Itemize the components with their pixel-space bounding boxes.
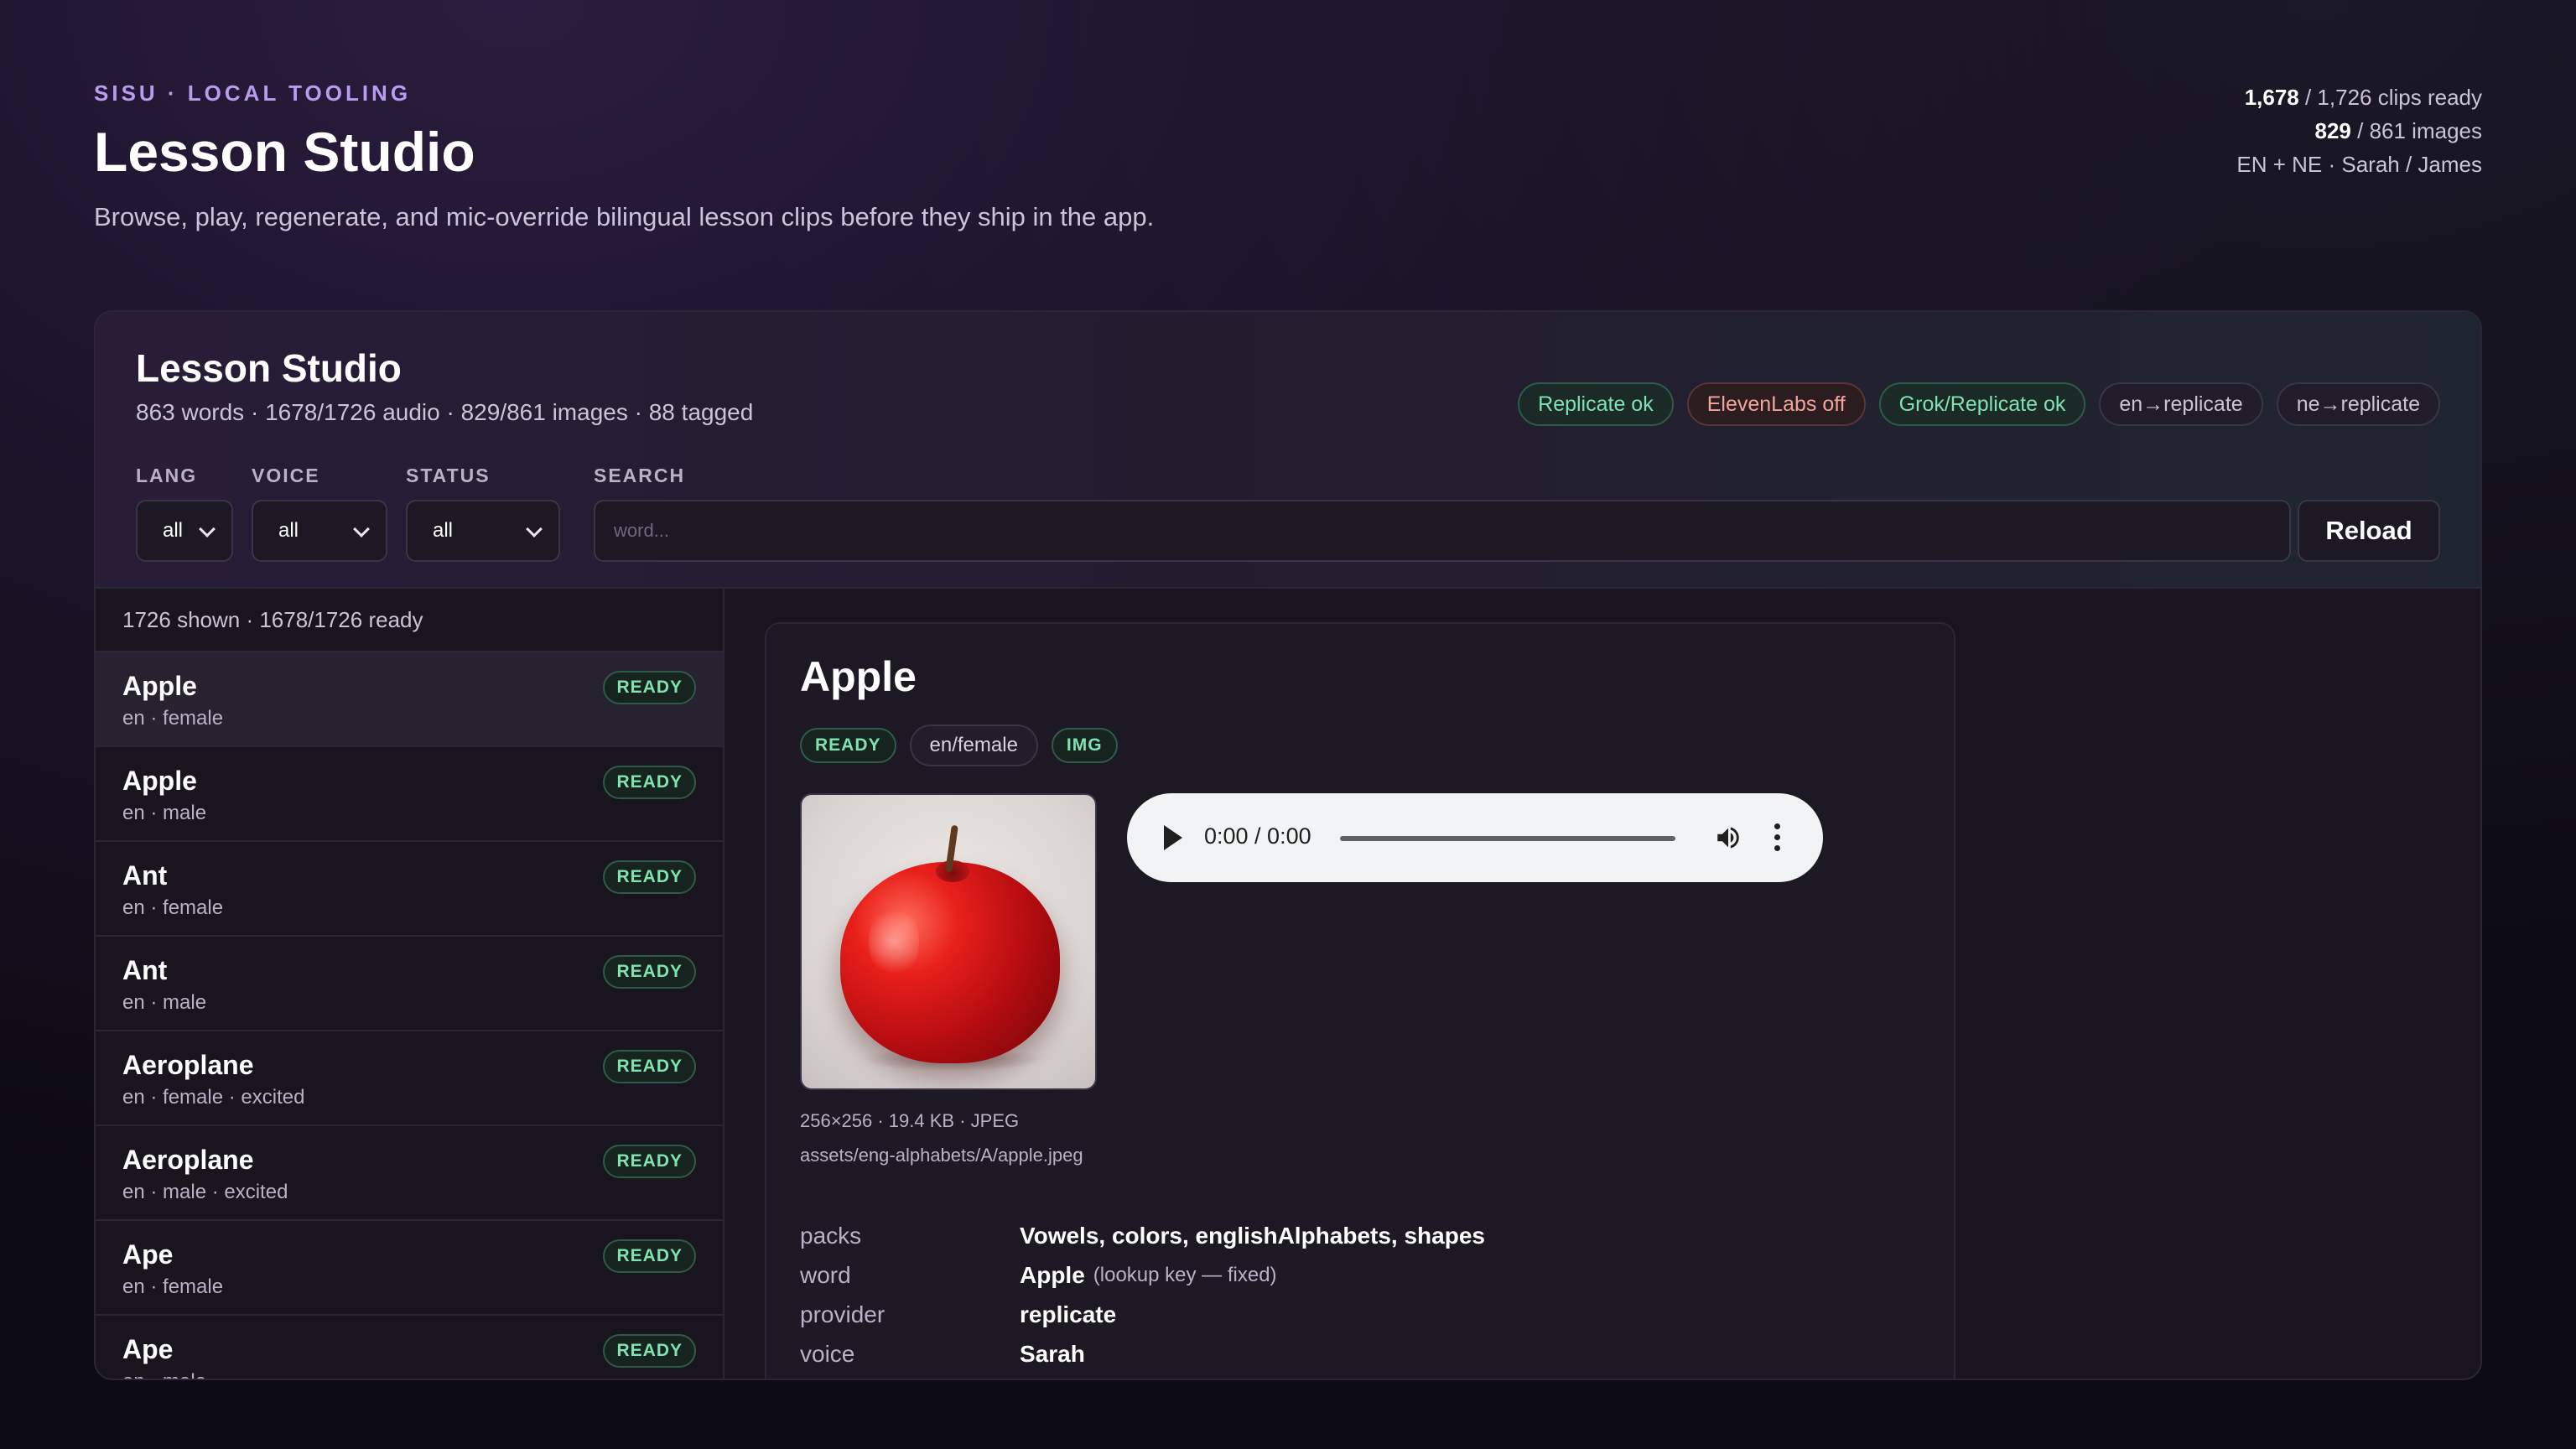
list-item-sub: en · female [122,1275,224,1298]
provider-status-pills: Replicate ok ElevenLabs off Grok/Replica… [1518,382,2440,426]
header-stats: 1,678 / 1,726 clips ready 829 / 861 imag… [2236,80,2482,181]
field-value: Sarah [1020,1340,1085,1367]
images-stat: 829 / 861 images [2314,118,2482,143]
status-badge: READY [603,1050,696,1083]
field-key: word [800,1261,851,1288]
audio-player[interactable]: 0:00 / 0:00 [1127,793,1823,882]
list-item[interactable]: Ape en · female READY [96,1221,723,1316]
image-meta: 256×256 · 19.4 KB · JPEG [800,1110,1020,1131]
status-badge: READY [603,671,696,704]
apple-highlight [869,904,919,979]
player-time: 0:00 / 0:00 [1204,823,1311,849]
list-item[interactable]: Aeroplane en · male · excited READY [96,1126,723,1221]
field-key: packs [800,1222,862,1249]
card-header: Lesson Studio 863 words · 1678/1726 audi… [96,312,2480,589]
field-value: Vowels, colors, englishAlphabets, shapes [1020,1222,1485,1249]
page-title: Lesson Studio [94,121,475,183]
status-badge: READY [603,1145,696,1178]
seek-slider[interactable] [1340,836,1675,841]
list-count: 1726 shown · 1678/1726 ready [96,589,723,652]
voice-select[interactable]: all [252,500,387,562]
field-key: voice [800,1340,855,1367]
status-badge: READY [603,955,696,989]
list-item[interactable]: Ant en · female READY [96,842,723,937]
page: SISU · LOCAL TOOLING Lesson Studio Brows… [0,0,2576,1449]
status-select-value: all [433,519,454,542]
hero: SISU · LOCAL TOOLING Lesson Studio Brows… [94,80,1268,236]
pill-elevenlabs[interactable]: ElevenLabs off [1686,382,1866,426]
status-badge: READY [603,766,696,799]
list-item[interactable]: Apple en · female READY [96,652,723,747]
lang-label: LANG [136,465,198,486]
chevron-down-icon [353,521,370,538]
field-key: provider [800,1301,886,1327]
clip-image [800,793,1097,1090]
field-voice: voice Sarah [800,1334,1924,1374]
list-item[interactable]: Aeroplane en · female · excited READY [96,1031,723,1126]
status-label: STATUS [406,465,491,486]
list-item-sub: en · female [122,896,224,919]
list-item-sub: en · male [122,991,207,1014]
field-note: (lookup key — fixed) [1093,1263,1277,1286]
clip-fields: packs Vowels, colors, englishAlphabets, … [800,1216,1924,1374]
status-select[interactable]: all [406,500,560,562]
play-icon[interactable] [1164,825,1182,850]
search-label: SEARCH [594,465,686,486]
field-value: replicate [1020,1301,1117,1327]
list-item-sub: en · female · excited [122,1086,305,1109]
clips-stat: 1,678 / 1,726 clips ready [2244,85,2482,110]
search-input[interactable] [594,500,2291,562]
page-subtitle: Browse, play, regenerate, and mic-overri… [94,202,1155,231]
status-badge: READY [603,860,696,894]
pill-en-route[interactable]: en→replicate [2099,382,2263,426]
chevron-down-icon [526,521,543,538]
langs-voices-stat: EN + NE · Sarah / James [2236,152,2482,177]
status-badge: READY [603,1239,696,1273]
pill-replicate[interactable]: Replicate ok [1518,382,1674,426]
status-badge: READY [603,1334,696,1368]
more-options-icon[interactable] [1773,823,1781,852]
voice-label: VOICE [252,465,320,486]
clip-list: 1726 shown · 1678/1726 ready Apple en · … [96,589,724,1379]
lang-voice-tag: en/female [909,724,1038,766]
chevron-down-icon [199,521,216,538]
img-tag: IMG [1051,728,1118,763]
list-item[interactable]: Ant en · male READY [96,937,723,1031]
card-title: Lesson Studio [136,346,402,390]
pill-ne-route[interactable]: ne→replicate [2276,382,2440,426]
detail-title: Apple [800,653,917,700]
image-path: assets/eng-alphabets/A/apple.jpeg [800,1145,1083,1166]
filters: LANG all VOICE all STATUS all SEARCH R [136,465,2440,562]
list-item-sub: en · male · excited [122,1181,288,1203]
lang-select[interactable]: all [136,500,233,562]
list-item-sub: en · male [122,802,207,824]
field-provider: provider replicate [800,1295,1924,1334]
card-body: 1726 shown · 1678/1726 ready Apple en · … [96,589,2480,1379]
list-item-sub: en · female [122,707,224,730]
field-word: word Apple (lookup key — fixed) [800,1255,1924,1295]
eyebrow: SISU · LOCAL TOOLING [94,80,412,106]
lang-select-value: all [163,519,184,542]
detail-tags: READY en/female IMG [800,724,1118,766]
list-item[interactable]: Apple en · male READY [96,747,723,842]
ready-tag: READY [800,728,896,763]
list-item-sub: en · male [122,1370,696,1379]
voice-select-value: all [278,519,299,542]
field-value: Apple [1020,1261,1085,1288]
volume-icon[interactable] [1714,823,1742,852]
pill-grok-replicate[interactable]: Grok/Replicate ok [1878,382,2086,426]
field-packs: packs Vowels, colors, englishAlphabets, … [800,1216,1924,1255]
card-meta: 863 words · 1678/1726 audio · 829/861 im… [136,399,754,425]
reload-button[interactable]: Reload [2298,500,2440,562]
clip-detail-panel: Apple READY en/female IMG 256×256 · 19.4… [765,622,1955,1379]
list-item[interactable]: Ape en · male READY [96,1316,723,1379]
studio-card: Lesson Studio 863 words · 1678/1726 audi… [94,310,2482,1380]
